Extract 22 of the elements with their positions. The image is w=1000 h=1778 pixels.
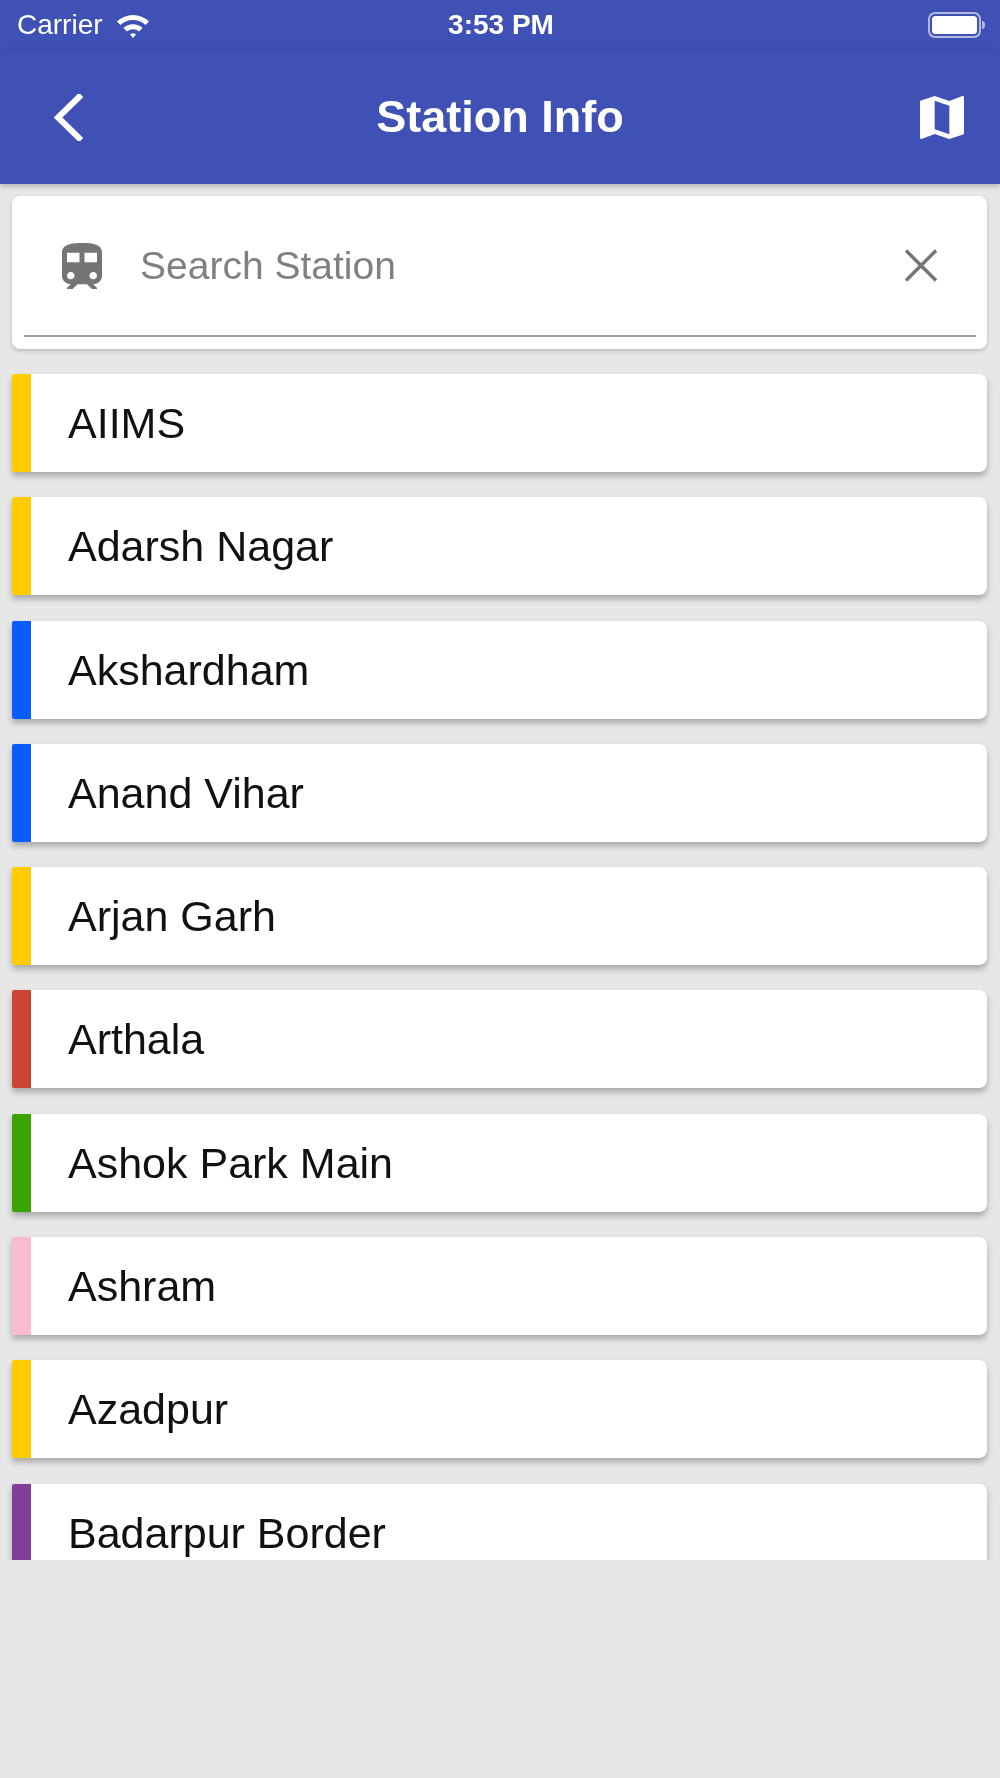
train-icon — [62, 242, 102, 289]
back-icon — [53, 93, 83, 141]
map-button[interactable] — [920, 95, 964, 139]
station-item[interactable]: Arthala — [12, 990, 987, 1089]
battery-icon — [928, 12, 985, 38]
station-item[interactable]: Arjan Garh — [12, 867, 987, 966]
map-icon — [920, 95, 964, 139]
station-item[interactable]: Ashram — [12, 1237, 987, 1336]
screen-title: Station Info — [376, 91, 624, 143]
station-item[interactable]: Adarsh Nagar — [12, 497, 987, 596]
station-item[interactable]: Anand Vihar — [12, 743, 987, 842]
station-item[interactable]: Akshardham — [12, 620, 987, 719]
carrier-label: Carrier — [17, 9, 103, 41]
status-time: 3:53 PM — [448, 9, 554, 41]
station-item[interactable]: Ashok Park Main — [12, 1113, 987, 1212]
clear-button[interactable] — [904, 249, 938, 282]
close-icon — [904, 249, 938, 282]
station-item[interactable]: Azadpur — [12, 1360, 987, 1459]
station-item[interactable]: AIIMS — [12, 374, 987, 472]
search-field[interactable]: Search Station — [140, 242, 866, 289]
station-item[interactable]: Badarpur Border — [12, 1483, 987, 1560]
back-button[interactable] — [53, 93, 83, 141]
